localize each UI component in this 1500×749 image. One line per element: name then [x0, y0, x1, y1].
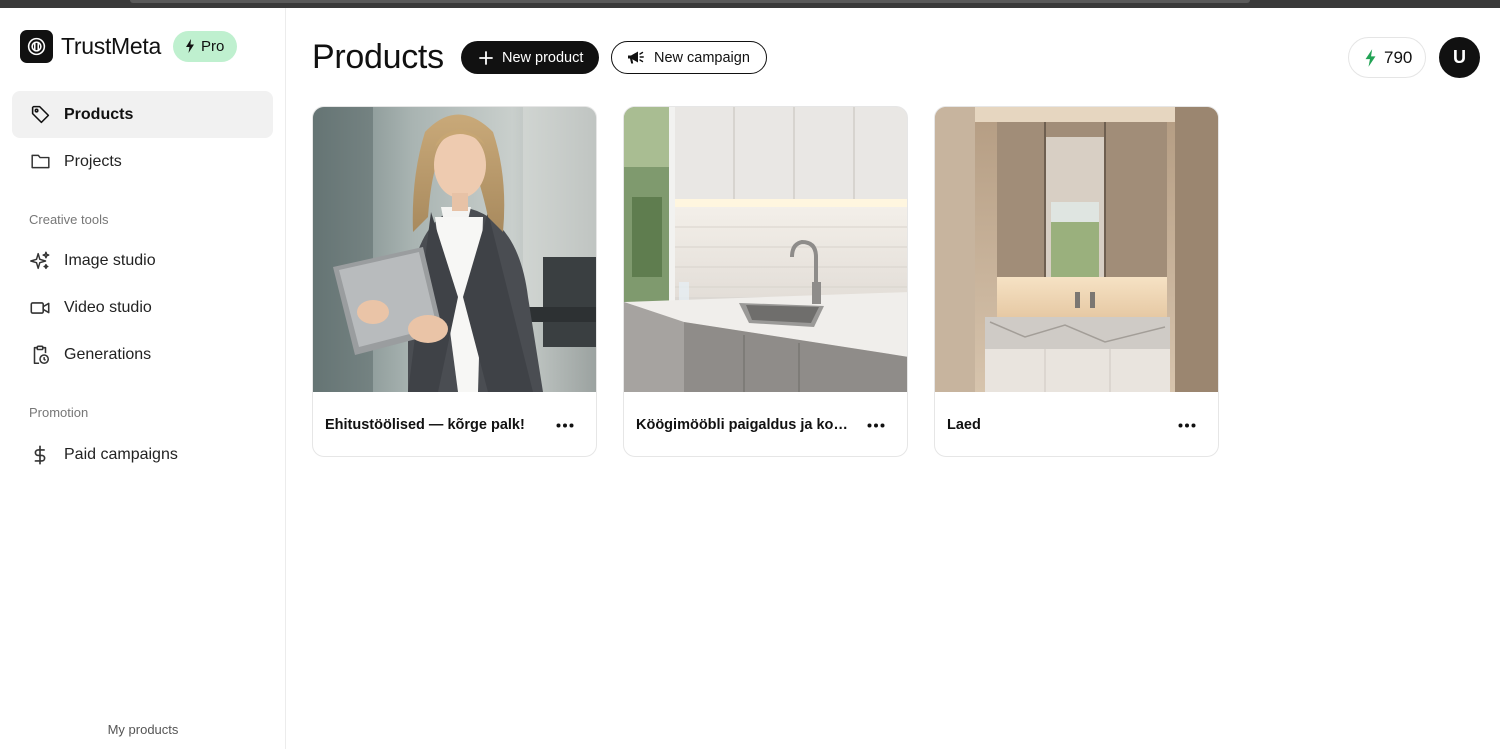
section-label-creative-tools: Creative tools	[29, 211, 109, 227]
video-camera-icon	[29, 297, 51, 319]
bathroom-vanity-photo	[935, 107, 1218, 392]
page-title: Products	[312, 38, 444, 76]
product-title: Laed	[947, 417, 981, 433]
product-card[interactable]: Ehitustöölised — kõrge palk!	[312, 106, 597, 457]
product-card[interactable]: Köögimööbli paigaldus ja kokk...	[623, 106, 908, 457]
new-product-button[interactable]: New product	[461, 41, 600, 74]
megaphone-icon	[628, 51, 644, 63]
credits-count: 790	[1384, 47, 1413, 67]
product-grid: Ehitustöölised — kõrge palk! Köögimööbli…	[312, 106, 1219, 457]
product-title: Köögimööbli paigaldus ja kokk...	[636, 417, 851, 433]
sidebar-item-label: Video studio	[64, 298, 152, 316]
my-products-link[interactable]: My products	[0, 722, 286, 737]
avatar[interactable]: U	[1439, 37, 1480, 78]
clipboard-clock-icon	[29, 344, 51, 366]
plus-icon	[479, 50, 493, 65]
sidebar-item-label: Projects	[64, 152, 122, 170]
sparkles-icon	[29, 250, 51, 272]
product-card[interactable]: Laed	[934, 106, 1219, 457]
brand[interactable]: TrustMeta Pro	[20, 29, 238, 63]
sidebar-item-label: Paid campaigns	[64, 445, 178, 463]
lightning-icon	[1365, 48, 1376, 67]
sidebar-item-products[interactable]: Products	[12, 91, 273, 138]
sidebar-item-video-studio[interactable]: Video studio	[12, 284, 273, 331]
sidebar-item-paid-campaigns[interactable]: Paid campaigns	[12, 431, 273, 478]
app-name: TrustMeta	[61, 32, 161, 59]
product-card-footer: Köögimööbli paigaldus ja kokk...	[624, 392, 907, 456]
more-options-icon[interactable]	[551, 415, 579, 435]
creative-tools-nav: Image studio Video studio Generations	[12, 237, 273, 378]
plan-badge[interactable]: Pro	[172, 30, 238, 62]
new-campaign-label: New campaign	[654, 49, 750, 66]
more-options-icon[interactable]	[1173, 415, 1201, 435]
folder-icon	[29, 151, 51, 173]
credits-badge[interactable]: 790	[1348, 37, 1427, 78]
kitchen-sink-photo	[624, 107, 907, 392]
sidebar-item-projects[interactable]: Projects	[12, 138, 273, 185]
product-title: Ehitustöölised — kõrge palk!	[325, 417, 525, 433]
sidebar: TrustMeta Pro Products Projects Creative…	[0, 8, 286, 749]
section-label-promotion: Promotion	[29, 404, 89, 420]
browser-tab-strip	[130, 0, 1250, 3]
promotion-section: Promotion	[12, 401, 273, 423]
tag-icon	[29, 104, 51, 126]
browser-top-bar	[0, 0, 1500, 8]
promotion-nav: Paid campaigns	[12, 431, 273, 478]
product-card-footer: Ehitustöölised — kõrge palk!	[313, 392, 596, 456]
woman-with-tablet-photo	[313, 107, 596, 392]
sidebar-item-image-studio[interactable]: Image studio	[12, 237, 273, 284]
plan-badge-label: Pro	[200, 37, 225, 55]
sidebar-item-label: Image studio	[64, 251, 156, 269]
new-product-label: New product	[502, 49, 584, 66]
logo-icon	[20, 29, 53, 63]
dollar-icon	[29, 444, 51, 466]
sidebar-item-generations[interactable]: Generations	[12, 331, 273, 378]
sidebar-item-label: Generations	[64, 345, 152, 363]
product-card-footer: Laed	[935, 392, 1218, 456]
more-options-icon[interactable]	[862, 415, 890, 435]
lightning-icon	[185, 39, 194, 53]
main-content: Products New product New campaign 790 U	[287, 8, 1500, 749]
new-campaign-button[interactable]: New campaign	[611, 41, 767, 74]
sidebar-item-label: Products	[64, 105, 134, 123]
main-nav: Products Projects	[12, 91, 273, 185]
creative-tools-section: Creative tools	[12, 208, 273, 230]
